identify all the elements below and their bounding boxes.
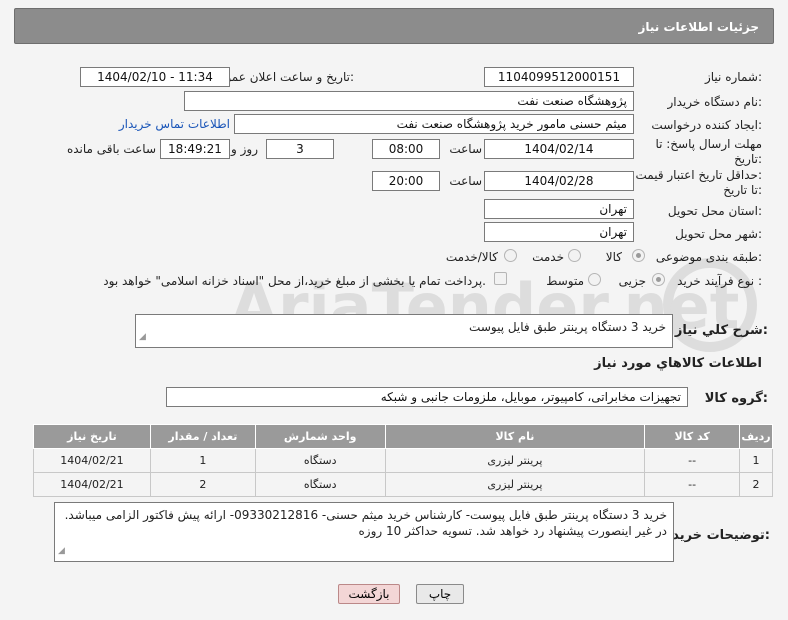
- category-radio-goods[interactable]: [632, 249, 645, 262]
- price-deadline-label: حداقل تاریخ اعتبار قیمت:: [635, 168, 762, 182]
- price-deadline-label-2: تا تاریخ:: [723, 183, 762, 197]
- goods-group-field: تجهیزات مخابراتی، کامپیوتر، موبایل، ملزو…: [166, 387, 688, 407]
- goods-info-title: اطلاعات كالاهاي مورد نياز: [594, 356, 762, 371]
- cell-item-name: پرینتر لیزری: [384, 472, 646, 497]
- price-time-label: ساعت: [449, 174, 482, 188]
- province-field: تهران: [484, 199, 634, 219]
- goods-group-label: گروه کالا:: [704, 391, 768, 406]
- need-number-field: 1104099512000151: [484, 67, 634, 87]
- category-label: طبقه بندی موضوعی:: [655, 250, 762, 264]
- creator-field: میثم حسنی مامور خرید پژوهشگاه صنعت نفت: [234, 114, 634, 134]
- table-header-row: ردیف کد کالا نام کالا واحد شمارش تعداد /…: [33, 424, 773, 449]
- cell-row-number: 1: [739, 448, 773, 473]
- cell-item-code: --: [644, 448, 741, 473]
- cell-need-date: 1404/02/21: [33, 472, 151, 497]
- summary-field: خرید 3 دستگاه پرینتر طبق فایل پیوست ◢: [135, 314, 673, 348]
- resize-handle-icon[interactable]: ◢: [58, 543, 65, 559]
- category-radio-service[interactable]: [568, 249, 581, 262]
- city-field: تهران: [484, 222, 634, 242]
- process-radio-partial[interactable]: [652, 273, 665, 286]
- process-radio-medium[interactable]: [588, 273, 601, 286]
- cell-row-number: 2: [739, 472, 773, 497]
- city-label: شهر محل تحویل:: [675, 227, 762, 241]
- process-option-medium: متوسط: [546, 274, 584, 288]
- treasury-payment-note: پرداخت تمام یا بخشی از مبلغ خرید،از محل …: [103, 274, 486, 288]
- cell-item-name: پرینتر لیزری: [384, 448, 646, 473]
- reply-deadline-label-2: تاریخ:: [734, 152, 762, 166]
- page-title: جزئیات اطلاعات نیاز: [638, 20, 759, 34]
- cell-unit: دستگاه: [254, 448, 386, 473]
- process-label: نوع فرآیند خرید :: [677, 274, 762, 288]
- reply-deadline-label: مهلت ارسال پاسخ: تا: [655, 137, 762, 151]
- announce-field: 1404/02/10 - 11:34: [80, 67, 230, 87]
- category-option-goods: کالا: [605, 250, 622, 264]
- buyer-notes-text: خرید 3 دستگاه پرینتر طبق فایل پیوست- کار…: [64, 508, 667, 538]
- col-item-code: کد کالا: [644, 424, 741, 449]
- category-radio-both[interactable]: [504, 249, 517, 262]
- col-quantity: تعداد / مقدار: [149, 424, 256, 449]
- reply-time-label: ساعت: [449, 142, 482, 156]
- buyer-notes-field: خرید 3 دستگاه پرینتر طبق فایل پیوست- کار…: [54, 502, 674, 562]
- reply-time-field: 08:00: [372, 139, 440, 159]
- table-row: 2 -- پرینتر لیزری دستگاه 2 1404/02/21: [33, 472, 773, 497]
- col-row-number: ردیف: [739, 424, 773, 449]
- print-button[interactable]: چاپ: [416, 584, 464, 604]
- category-option-both: کالا/خدمت: [445, 250, 498, 264]
- announce-label: تاریخ و ساعت اعلان عمومی:: [209, 70, 354, 84]
- back-button[interactable]: بازگشت: [338, 584, 400, 604]
- remaining-time-field: 18:49:21: [160, 139, 230, 159]
- price-time-field: 20:00: [372, 171, 440, 191]
- buyer-notes-label: توضیحات خریدار:: [660, 528, 770, 543]
- buyer-org-field: پژوهشگاه صنعت نفت: [184, 91, 634, 111]
- goods-table: ردیف کد کالا نام کالا واحد شمارش تعداد /…: [33, 424, 773, 497]
- treasury-payment-checkbox[interactable]: [494, 272, 507, 285]
- remaining-label: ساعت باقی مانده: [66, 142, 156, 156]
- summary-label: شرح کلي نياز:: [674, 323, 768, 338]
- need-number-label: شماره نیاز:: [704, 70, 762, 84]
- reply-date-field: 1404/02/14: [484, 139, 634, 159]
- process-option-partial: جزیی: [618, 274, 646, 288]
- cell-quantity: 1: [149, 448, 256, 473]
- creator-label: ایجاد کننده درخواست:: [651, 118, 762, 132]
- cell-quantity: 2: [149, 472, 256, 497]
- col-item-name: نام کالا: [384, 424, 646, 449]
- col-unit: واحد شمارش: [254, 424, 386, 449]
- page-header: جزئیات اطلاعات نیاز: [14, 8, 774, 44]
- province-label: استان محل تحویل:: [667, 204, 762, 218]
- days-label: روز و: [231, 142, 258, 156]
- col-need-date: تاریخ نیاز: [33, 424, 151, 449]
- resize-handle-icon[interactable]: ◢: [139, 329, 146, 345]
- cell-unit: دستگاه: [254, 472, 386, 497]
- buyer-org-label: نام دستگاه خریدار:: [667, 95, 763, 109]
- contact-info-link[interactable]: اطلاعات تماس خریدار: [119, 117, 230, 131]
- price-date-field: 1404/02/28: [484, 171, 634, 191]
- table-row: 1 -- پرینتر لیزری دستگاه 1 1404/02/21: [33, 448, 773, 473]
- cell-item-code: --: [644, 472, 741, 497]
- category-option-service: خدمت: [532, 250, 564, 264]
- days-field: 3: [266, 139, 334, 159]
- cell-need-date: 1404/02/21: [33, 448, 151, 473]
- summary-text: خرید 3 دستگاه پرینتر طبق فایل پیوست: [469, 320, 666, 334]
